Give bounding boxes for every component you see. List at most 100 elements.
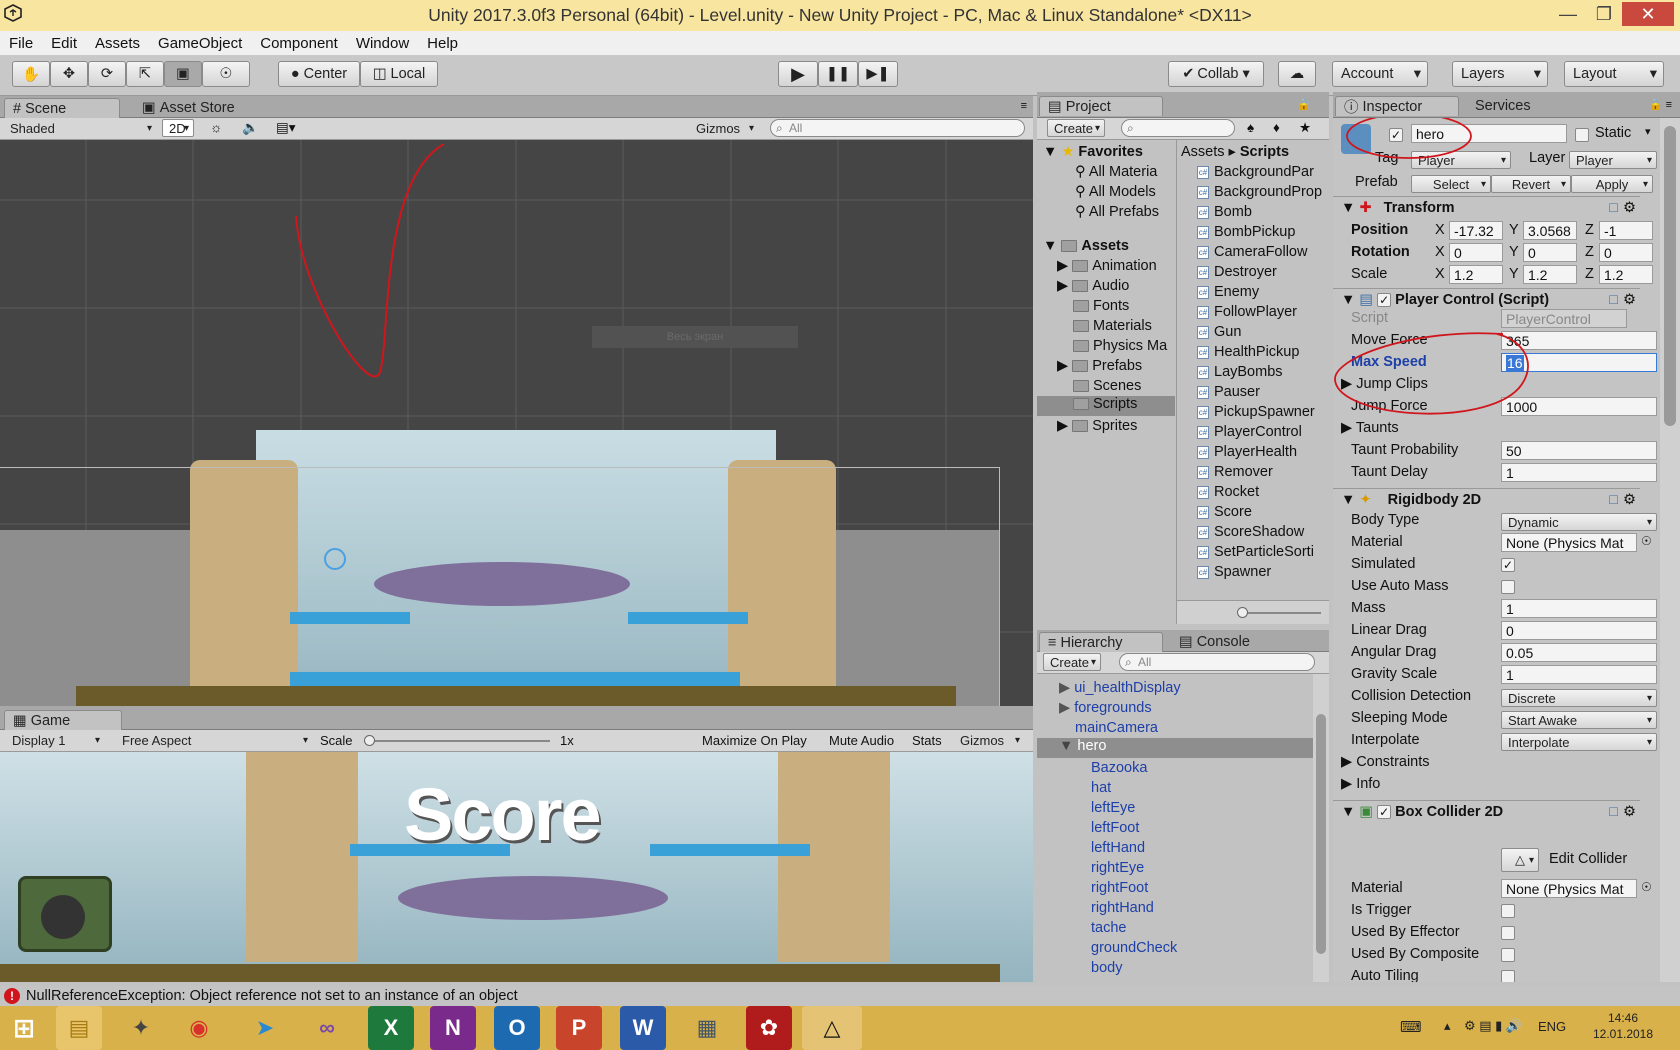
script-item[interactable]: c# Enemy — [1197, 284, 1259, 300]
menu-assets[interactable]: Assets — [86, 35, 149, 52]
component-enabled-checkbox[interactable]: ✓ — [1377, 292, 1392, 307]
maximize-icon[interactable]: ❐ — [1586, 2, 1622, 26]
folder-scenes[interactable]: Scenes — [1073, 378, 1141, 394]
transform-tool-icon[interactable]: ☉ — [202, 61, 250, 87]
tab-inspector[interactable]: ⓘ Inspector — [1335, 96, 1459, 116]
box-collider-header[interactable]: ▼ ▣ ✓ Box Collider 2D □ ⚙ — [1333, 800, 1640, 822]
help-icon[interactable]: □ — [1609, 804, 1618, 820]
inspector-scrollbar[interactable] — [1660, 118, 1680, 982]
script-item[interactable]: c# Gun — [1197, 324, 1241, 340]
hierarchy-item[interactable]: ▶ ui_healthDisplay — [1059, 680, 1181, 696]
used-by-effector-checkbox[interactable] — [1501, 926, 1515, 940]
scale-x-field[interactable]: 1.2 — [1449, 265, 1503, 284]
info-foldout[interactable]: ▶ Info — [1341, 776, 1380, 792]
hierarchy-item[interactable]: leftFoot — [1091, 820, 1139, 836]
project-create-dropdown[interactable]: Create — [1047, 119, 1105, 137]
lighting-icon[interactable]: ☼ — [210, 120, 222, 135]
script-item[interactable]: c# HealthPickup — [1197, 344, 1299, 360]
icon-size-slider-handle[interactable] — [1237, 607, 1248, 618]
script-item[interactable]: c# BombPickup — [1197, 224, 1295, 240]
collab-dropdown[interactable]: ✔ Collab ▾ — [1168, 61, 1264, 87]
use-auto-mass-checkbox[interactable] — [1501, 580, 1515, 594]
hierarchy-item[interactable]: tache — [1091, 920, 1126, 936]
lock-icon[interactable]: 🔒 ≡ — [1649, 98, 1672, 111]
folder-scripts[interactable]: Scripts — [1037, 396, 1175, 416]
hierarchy-item[interactable]: leftHand — [1091, 840, 1145, 856]
hierarchy-item[interactable]: rightFoot — [1091, 880, 1148, 896]
pivot-center-button[interactable]: ● Center — [278, 61, 360, 87]
menu-gameobject[interactable]: GameObject — [149, 35, 251, 52]
minimize-icon[interactable]: — — [1550, 2, 1586, 26]
menu-window[interactable]: Window — [347, 35, 418, 52]
play-button[interactable]: ▶ — [778, 61, 818, 87]
telegram-icon[interactable]: ➤ — [242, 1006, 288, 1050]
hierarchy-item[interactable]: ▶ foregrounds — [1059, 700, 1152, 716]
hierarchy-item[interactable]: leftEye — [1091, 800, 1135, 816]
calculator-icon[interactable]: ▦ — [684, 1006, 730, 1050]
menu-component[interactable]: Component — [251, 35, 347, 52]
script-item[interactable]: c# PickupSpawner — [1197, 404, 1315, 420]
script-item[interactable]: c# Remover — [1197, 464, 1273, 480]
gear-icon[interactable]: ⚙ — [1623, 804, 1636, 820]
used-by-composite-checkbox[interactable] — [1501, 948, 1515, 962]
script-item[interactable]: c# LayBombs — [1197, 364, 1283, 380]
menu-file[interactable]: File — [0, 35, 42, 52]
display-dropdown[interactable]: Display 1 — [6, 731, 104, 749]
gear-icon[interactable]: ⚙ — [1623, 200, 1636, 216]
close-icon[interactable]: ✕ — [1622, 2, 1674, 26]
filter-label-icon[interactable]: ♦ — [1273, 120, 1280, 135]
2d-toggle[interactable]: 2D — [162, 119, 194, 137]
tab-services[interactable]: Services — [1467, 96, 1539, 116]
rotation-x-field[interactable]: 0 — [1449, 243, 1503, 262]
help-icon[interactable]: □ — [1609, 492, 1618, 508]
is-trigger-checkbox[interactable] — [1501, 904, 1515, 918]
windows-start-icon[interactable]: ⊞ — [4, 1006, 44, 1050]
hierarchy-item[interactable]: groundCheck — [1091, 940, 1177, 956]
script-item[interactable]: c# Pauser — [1197, 384, 1260, 400]
pause-button[interactable]: ❚❚ — [818, 61, 858, 87]
gear-icon[interactable]: ⚙ — [1623, 292, 1636, 308]
auto-tiling-checkbox[interactable] — [1501, 970, 1515, 982]
help-icon[interactable]: □ — [1609, 200, 1618, 216]
tab-project[interactable]: ▤ Project — [1039, 96, 1163, 116]
game-viewport[interactable]: Score — [0, 752, 1033, 982]
pivot-local-button[interactable]: ◫ Local — [360, 61, 438, 87]
angular-drag-field[interactable]: 0.05 — [1501, 643, 1657, 662]
player-control-header[interactable]: ▼ ▤ ✓ Player Control (Script) □ ⚙ — [1333, 288, 1640, 310]
folder-audio[interactable]: ▶ Audio — [1057, 278, 1129, 294]
menu-edit[interactable]: Edit — [42, 35, 86, 52]
hierarchy-create-dropdown[interactable]: Create — [1043, 653, 1101, 671]
word-icon[interactable]: W — [620, 1006, 666, 1050]
hierarchy-search-input[interactable]: All — [1119, 653, 1315, 671]
prefab-apply-button[interactable]: Apply — [1571, 175, 1653, 193]
account-dropdown[interactable]: Account ▾ — [1332, 61, 1428, 87]
paint-icon[interactable]: ✦ — [118, 1006, 164, 1050]
static-dropdown-icon[interactable]: ▾ — [1645, 125, 1651, 138]
rotation-z-field[interactable]: 0 — [1599, 243, 1653, 262]
scale-tool-icon[interactable]: ⇱ — [126, 61, 164, 87]
move-tool-icon[interactable]: ✥ — [50, 61, 88, 87]
hierarchy-item[interactable]: mainCamera — [1075, 720, 1158, 736]
script-item[interactable]: c# FollowPlayer — [1197, 304, 1297, 320]
taunt-delay-field[interactable]: 1 — [1501, 463, 1657, 482]
hierarchy-item[interactable]: rightEye — [1091, 860, 1144, 876]
hierarchy-scrollbar[interactable] — [1313, 674, 1329, 982]
active-checkbox[interactable]: ✓ — [1389, 128, 1403, 142]
layers-dropdown[interactable]: Layers ▾ — [1452, 61, 1548, 87]
folder-physics[interactable]: Physics Ma — [1073, 338, 1167, 354]
gear-icon[interactable]: ⚙ — [1623, 492, 1636, 508]
help-icon[interactable]: □ — [1609, 292, 1618, 308]
scale-slider-handle[interactable] — [364, 735, 375, 746]
component-enabled-checkbox[interactable]: ✓ — [1377, 804, 1392, 819]
favorites-header[interactable]: ▼ ★ Favorites — [1043, 144, 1143, 160]
hierarchy-item-selected[interactable]: ▼ hero — [1037, 738, 1313, 758]
script-item[interactable]: c# Score — [1197, 504, 1252, 520]
script-item[interactable]: c# Rocket — [1197, 484, 1259, 500]
mute-audio-toggle[interactable]: Mute Audio — [829, 733, 894, 748]
object-picker-icon[interactable]: ☉ — [1641, 880, 1652, 894]
icon-size-slider[interactable] — [1241, 612, 1321, 614]
scene-viewport[interactable]: Весь экран — [0, 140, 1033, 706]
prefab-revert-button[interactable]: Revert — [1491, 175, 1571, 193]
maximize-on-play-toggle[interactable]: Maximize On Play — [702, 733, 807, 748]
acrobat-icon[interactable]: ✿ — [746, 1006, 792, 1050]
